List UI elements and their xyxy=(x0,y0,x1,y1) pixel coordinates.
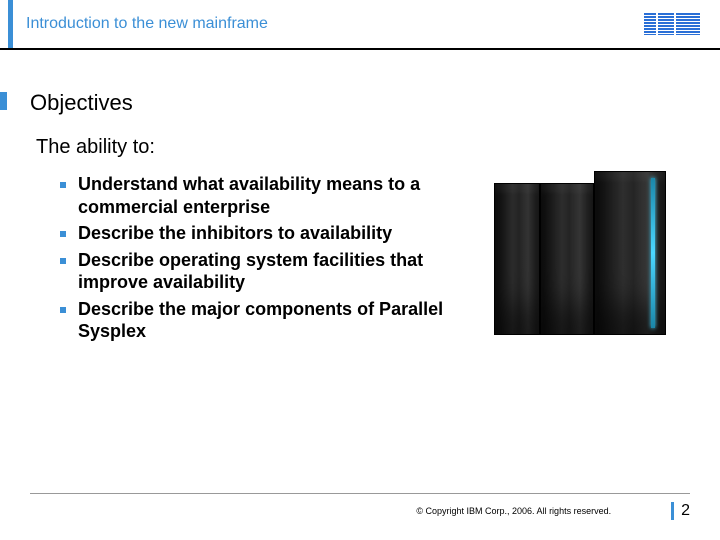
header-title: Introduction to the new mainframe xyxy=(20,15,268,33)
ibm-logo xyxy=(644,13,700,35)
page-number: 2 xyxy=(671,502,690,520)
mainframe-image xyxy=(490,173,680,343)
list-item: Understand what availability means to a … xyxy=(60,173,480,218)
list-item: Describe the major components of Paralle… xyxy=(60,298,480,343)
copyright-text: © Copyright IBM Corp., 2006. All rights … xyxy=(416,506,611,516)
list-item: Describe the inhibitors to availability xyxy=(60,222,480,245)
slide-title: Objectives xyxy=(30,90,690,116)
bullet-list: Understand what availability means to a … xyxy=(30,173,480,347)
slide-subtitle: The ability to: xyxy=(36,136,690,159)
list-item: Describe operating system facilities tha… xyxy=(60,249,480,294)
